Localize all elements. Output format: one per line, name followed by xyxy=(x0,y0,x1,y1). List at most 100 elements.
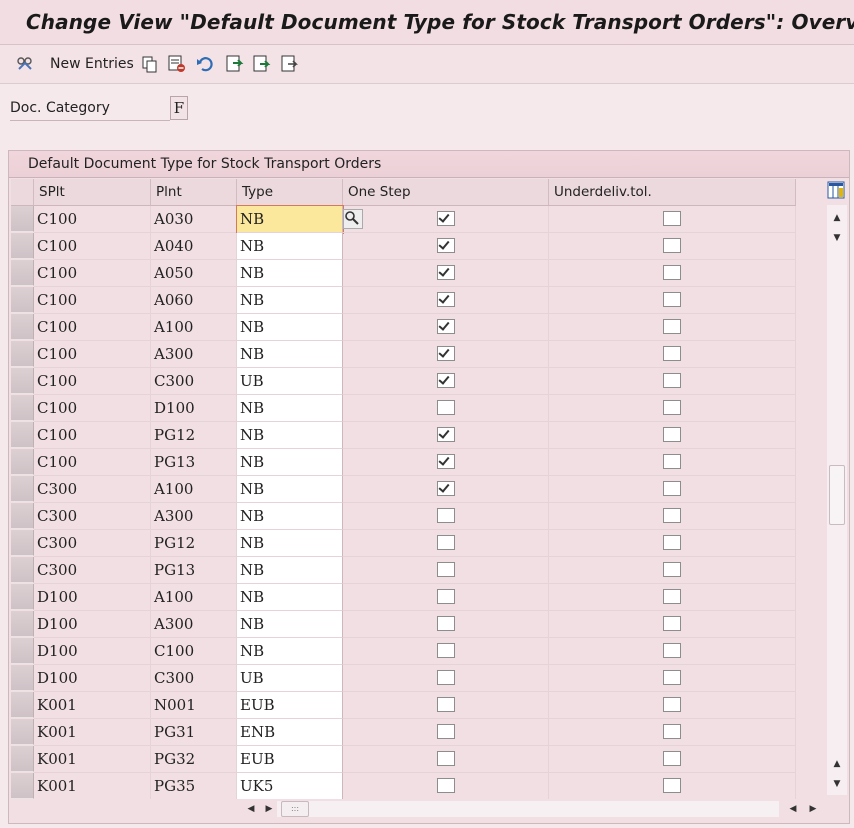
type-input[interactable]: NB xyxy=(237,395,343,422)
scroll-right-button[interactable]: ▶ xyxy=(261,802,277,816)
underdeliv-tol-checkbox[interactable] xyxy=(663,643,681,658)
row-selector[interactable] xyxy=(11,530,34,556)
one-step-checkbox[interactable] xyxy=(436,616,455,631)
column-header-underdeliv-tol[interactable]: Underdeliv.tol. xyxy=(549,179,796,206)
underdeliv-tol-checkbox[interactable] xyxy=(663,373,681,388)
underdeliv-tol-checkbox[interactable] xyxy=(663,751,681,766)
one-step-checkbox[interactable] xyxy=(436,211,455,226)
underdeliv-tol-checkbox[interactable] xyxy=(663,589,681,604)
one-step-checkbox[interactable] xyxy=(436,346,455,361)
scroll-left-button[interactable]: ◀ xyxy=(243,802,259,816)
row-selector[interactable] xyxy=(11,746,34,772)
one-step-checkbox[interactable] xyxy=(436,481,455,496)
underdeliv-tol-checkbox[interactable] xyxy=(663,346,681,361)
display-change-button[interactable] xyxy=(16,53,34,75)
row-selector[interactable] xyxy=(11,422,34,448)
underdeliv-tol-checkbox[interactable] xyxy=(663,454,681,469)
underdeliv-tol-checkbox[interactable] xyxy=(663,778,681,793)
one-step-checkbox[interactable] xyxy=(436,238,455,253)
underdeliv-tol-checkbox[interactable] xyxy=(663,319,681,334)
one-step-checkbox[interactable] xyxy=(436,643,455,658)
type-input[interactable]: NB xyxy=(237,503,343,530)
row-selector[interactable] xyxy=(11,557,34,583)
one-step-checkbox[interactable] xyxy=(436,724,455,739)
type-input[interactable]: UK5 xyxy=(237,773,343,800)
underdeliv-tol-checkbox[interactable] xyxy=(663,238,681,253)
row-selector[interactable] xyxy=(11,719,34,745)
row-selector[interactable] xyxy=(11,368,34,394)
underdeliv-tol-checkbox[interactable] xyxy=(663,400,681,415)
select-all-rows-header[interactable] xyxy=(11,179,34,206)
row-selector[interactable] xyxy=(11,773,34,799)
type-input[interactable]: UB xyxy=(237,368,343,395)
column-header-plnt[interactable]: Plnt xyxy=(151,179,237,206)
type-input[interactable]: NB xyxy=(237,611,343,638)
vertical-scrollbar[interactable]: ▲ ▼ ▲ ▼ xyxy=(827,205,847,795)
one-step-checkbox[interactable] xyxy=(436,373,455,388)
one-step-checkbox[interactable] xyxy=(436,751,455,766)
one-step-checkbox[interactable] xyxy=(436,319,455,334)
horizontal-scroll-thumb[interactable]: ::: xyxy=(281,801,309,817)
type-input[interactable]: NB xyxy=(237,476,343,503)
vertical-scroll-thumb[interactable] xyxy=(829,465,845,525)
type-input[interactable]: NB xyxy=(237,530,343,557)
type-input[interactable]: UB xyxy=(237,665,343,692)
scroll-right-end-button[interactable]: ▶ xyxy=(805,802,821,816)
one-step-checkbox[interactable] xyxy=(436,778,455,793)
underdeliv-tol-checkbox[interactable] xyxy=(663,670,681,685)
one-step-checkbox[interactable] xyxy=(436,292,455,307)
row-selector[interactable] xyxy=(11,287,34,313)
one-step-checkbox[interactable] xyxy=(436,427,455,442)
type-input[interactable]: NB xyxy=(237,557,343,584)
underdeliv-tol-checkbox[interactable] xyxy=(663,211,681,226)
type-input[interactable]: NB xyxy=(237,422,343,449)
type-input[interactable]: NB xyxy=(237,584,343,611)
one-step-checkbox[interactable] xyxy=(436,589,455,604)
underdeliv-tol-checkbox[interactable] xyxy=(663,481,681,496)
scroll-left-end-button[interactable]: ◀ xyxy=(785,802,801,816)
horizontal-scrollbar[interactable]: ◀ ▶ ::: ◀ ▶ xyxy=(9,799,849,819)
underdeliv-tol-checkbox[interactable] xyxy=(663,724,681,739)
type-input[interactable]: ENB xyxy=(237,719,343,746)
type-input[interactable]: NB xyxy=(237,233,343,260)
type-input[interactable]: NB xyxy=(237,260,343,287)
underdeliv-tol-checkbox[interactable] xyxy=(663,535,681,550)
horizontal-scroll-track[interactable] xyxy=(277,801,779,817)
scroll-down-top-button[interactable]: ▼ xyxy=(829,231,845,245)
select-all-button[interactable] xyxy=(226,53,244,75)
row-selector[interactable] xyxy=(11,665,34,691)
row-selector[interactable] xyxy=(11,611,34,637)
column-header-type[interactable]: Type xyxy=(237,179,343,206)
scroll-up-bottom-button[interactable]: ▲ xyxy=(829,757,845,771)
type-input[interactable]: NB xyxy=(237,638,343,665)
row-selector[interactable] xyxy=(11,233,34,259)
scroll-down-bottom-button[interactable]: ▼ xyxy=(829,777,845,791)
type-input[interactable]: NB xyxy=(237,314,343,341)
row-selector[interactable] xyxy=(11,341,34,367)
type-input[interactable]: EUB xyxy=(237,746,343,773)
row-selector[interactable] xyxy=(11,503,34,529)
column-settings-button[interactable] xyxy=(827,181,845,201)
one-step-checkbox[interactable] xyxy=(436,562,455,577)
column-header-one-step[interactable]: One Step xyxy=(343,179,549,206)
one-step-checkbox[interactable] xyxy=(436,508,455,523)
underdeliv-tol-checkbox[interactable] xyxy=(663,697,681,712)
type-input[interactable]: NB xyxy=(237,449,343,476)
one-step-checkbox[interactable] xyxy=(436,697,455,712)
underdeliv-tol-checkbox[interactable] xyxy=(663,562,681,577)
scroll-up-top-button[interactable]: ▲ xyxy=(829,211,845,225)
row-selector[interactable] xyxy=(11,260,34,286)
column-header-splt[interactable]: SPlt xyxy=(34,179,151,206)
row-selector[interactable] xyxy=(11,692,34,718)
underdeliv-tol-checkbox[interactable] xyxy=(663,427,681,442)
underdeliv-tol-checkbox[interactable] xyxy=(663,292,681,307)
select-block-button[interactable] xyxy=(253,53,271,75)
new-entries-button[interactable]: New Entries xyxy=(50,53,134,75)
row-selector[interactable] xyxy=(11,476,34,502)
one-step-checkbox[interactable] xyxy=(436,535,455,550)
type-input[interactable]: NB xyxy=(237,341,343,368)
row-selector[interactable] xyxy=(11,638,34,664)
one-step-checkbox[interactable] xyxy=(436,670,455,685)
row-selector[interactable] xyxy=(11,449,34,475)
row-selector[interactable] xyxy=(11,395,34,421)
